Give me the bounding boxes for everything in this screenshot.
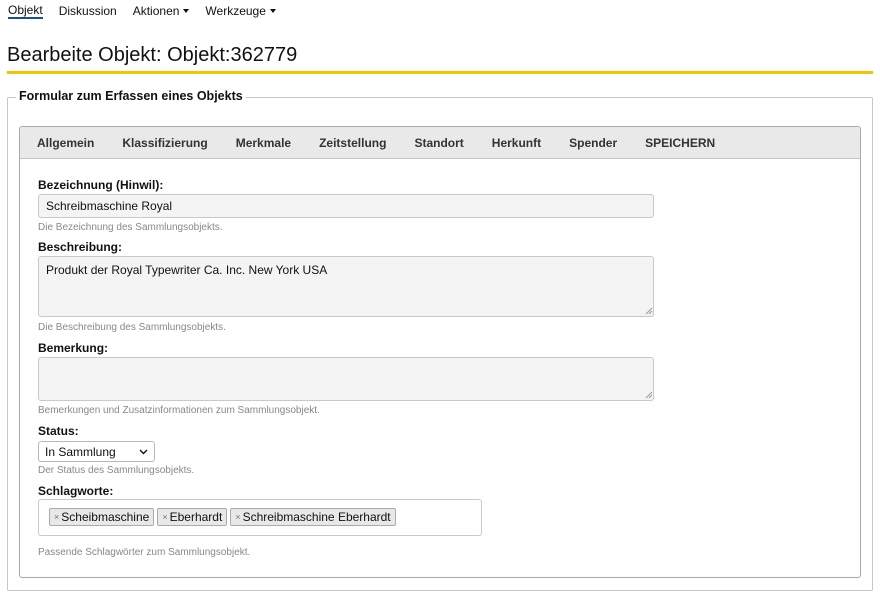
- status-select-value: In Sammlung: [45, 444, 116, 459]
- bezeichnung-help: Die Bezeichnung des Sammlungsobjekts.: [38, 222, 223, 233]
- tag-chip: × Scheibmaschine: [49, 508, 155, 526]
- beschreibung-textarea[interactable]: Produkt der Royal Typewriter Ca. Inc. Ne…: [38, 256, 654, 317]
- caret-down-icon: [269, 9, 276, 13]
- nav-objekt-label: Objekt: [8, 3, 43, 17]
- tag-chip: × Schreibmaschine Eberhardt: [230, 508, 396, 526]
- bezeichnung-input[interactable]: [38, 194, 654, 218]
- tag-chip: × Eberhardt: [157, 508, 228, 526]
- tab-klassifizierung[interactable]: Klassifizierung: [122, 136, 207, 150]
- nav-werkzeuge-label: Werkzeuge: [205, 4, 266, 18]
- caret-down-icon: [183, 9, 190, 13]
- tag-label: Scheibmaschine: [61, 510, 150, 524]
- remove-tag-icon[interactable]: ×: [235, 512, 240, 522]
- nav-objekt[interactable]: Objekt: [8, 3, 43, 19]
- tab-speichern[interactable]: SPEICHERN: [645, 136, 715, 150]
- schlagworte-label: Schlagworte:: [38, 484, 114, 498]
- tab-herkunft[interactable]: Herkunft: [492, 136, 541, 150]
- bemerkung-label: Bemerkung:: [38, 341, 109, 355]
- top-nav: Objekt Diskussion Aktionen Werkzeuge: [8, 3, 292, 19]
- status-label: Status:: [38, 424, 79, 438]
- bemerkung-textarea[interactable]: [38, 357, 654, 401]
- bezeichnung-label: Bezeichnung (Hinwil):: [38, 178, 164, 192]
- bemerkung-help: Bemerkungen und Zusatzinformationen zum …: [38, 405, 320, 416]
- tab-spender[interactable]: Spender: [569, 136, 617, 150]
- tab-standort[interactable]: Standort: [414, 136, 463, 150]
- page-title: Bearbeite Objekt: Objekt:362779: [7, 44, 298, 66]
- resize-handle-icon[interactable]: [645, 307, 653, 315]
- nav-diskussion-label: Diskussion: [58, 4, 117, 18]
- nav-aktionen[interactable]: Aktionen: [133, 3, 190, 19]
- tab-merkmale[interactable]: Merkmale: [236, 136, 291, 150]
- remove-tag-icon[interactable]: ×: [54, 512, 59, 522]
- title-divider: [7, 71, 873, 74]
- beschreibung-label: Beschreibung:: [38, 240, 123, 254]
- remove-tag-icon[interactable]: ×: [162, 512, 167, 522]
- chevron-down-icon: [139, 449, 148, 455]
- tag-input[interactable]: × Scheibmaschine × Eberhardt × Schreibmasch…: [38, 499, 482, 536]
- status-select[interactable]: In Sammlung: [38, 441, 155, 462]
- beschreibung-help: Die Beschreibung des Sammlungsobjekts.: [38, 322, 226, 333]
- form-legend: Formular zum Erfassen eines Objekts: [16, 89, 246, 103]
- status-help: Der Status des Sammlungsobjekts.: [38, 465, 195, 476]
- tag-label: Schreibmaschine Eberhardt: [242, 510, 391, 524]
- nav-werkzeuge[interactable]: Werkzeuge: [205, 3, 276, 19]
- tab-zeitstellung[interactable]: Zeitstellung: [319, 136, 386, 150]
- resize-handle-icon[interactable]: [645, 391, 653, 399]
- nav-diskussion[interactable]: Diskussion: [59, 3, 117, 19]
- tab-allgemein[interactable]: Allgemein: [37, 136, 94, 150]
- tab-bar: Allgemein Klassifizierung Merkmale Zeits…: [20, 127, 860, 159]
- nav-aktionen-label: Aktionen: [132, 4, 180, 18]
- tag-label: Eberhardt: [169, 510, 223, 524]
- schlagworte-help: Passende Schlagwörter zum Sammlungsobjek…: [38, 547, 251, 558]
